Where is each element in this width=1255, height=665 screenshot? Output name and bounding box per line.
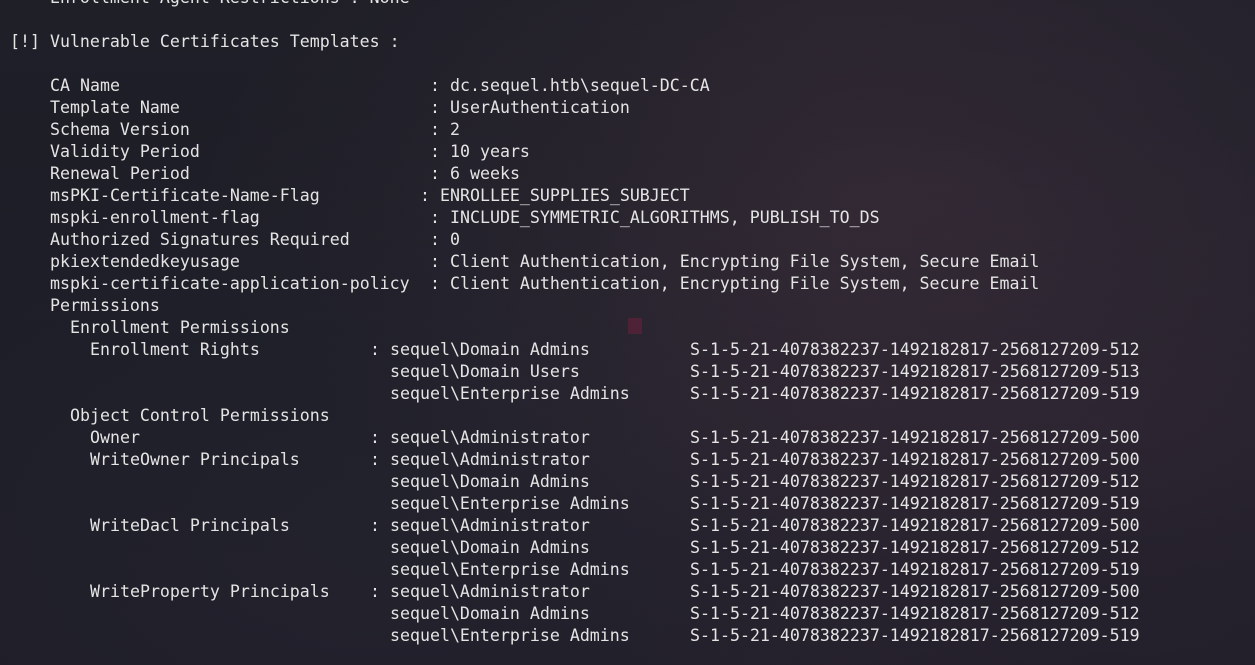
field-value: Client Authentication, Encrypting File S…	[450, 252, 1040, 271]
principal-sid: S-1-5-21-4078382237-1492182817-256812720…	[690, 516, 1140, 535]
principal-sid: S-1-5-21-4078382237-1492182817-256812720…	[690, 340, 1140, 359]
principal-sid: S-1-5-21-4078382237-1492182817-256812720…	[690, 560, 1140, 579]
permission-separator: :	[370, 450, 390, 469]
principal-name: sequel\Domain Admins	[390, 340, 590, 359]
field-key: mspki-enrollment-flag	[50, 208, 260, 227]
field-key: Authorized Signatures Required	[50, 230, 350, 249]
field-value: Client Authentication, Encrypting File S…	[450, 274, 1040, 293]
principal-name: sequel\Domain Admins	[390, 472, 590, 491]
section-header-text: [!] Vulnerable Certificates Templates :	[10, 32, 400, 51]
principal-sid: S-1-5-21-4078382237-1492182817-256812720…	[690, 450, 1140, 469]
principal-name: sequel\Enterprise Admins	[390, 626, 630, 645]
permission-separator: :	[370, 340, 390, 359]
field-separator: :	[430, 120, 450, 139]
permission-separator: :	[370, 428, 390, 447]
field-separator: :	[430, 230, 450, 249]
principal-name: sequel\Enterprise Admins	[390, 494, 630, 513]
principal-name: sequel\Enterprise Admins	[390, 560, 630, 579]
principal-name: sequel\Domain Users	[390, 362, 580, 381]
permission-group-label: WriteDacl Principals	[90, 516, 290, 535]
permission-separator: :	[370, 516, 390, 535]
field-separator: :	[430, 98, 450, 117]
field-separator: :	[430, 142, 450, 161]
enrollment-permissions-label: Enrollment Permissions	[70, 318, 290, 337]
field-separator: :	[430, 76, 450, 95]
principal-sid: S-1-5-21-4078382237-1492182817-256812720…	[690, 604, 1140, 623]
field-key: msPKI-Certificate-Name-Flag	[50, 186, 320, 205]
field-value: ENROLLEE_SUPPLIES_SUBJECT	[440, 186, 690, 205]
enrollment-rights-label: Enrollment Rights	[90, 340, 260, 359]
principal-name: sequel\Enterprise Admins	[390, 384, 630, 403]
field-key: CA Name	[50, 76, 120, 95]
principal-name: sequel\Administrator	[390, 428, 590, 447]
field-separator: :	[430, 208, 450, 227]
principal-sid: S-1-5-21-4078382237-1492182817-256812720…	[690, 362, 1140, 381]
field-separator: :	[430, 252, 450, 271]
principal-sid: S-1-5-21-4078382237-1492182817-256812720…	[690, 494, 1140, 513]
previous-output-text: Enrollment Agent Restrictions : None	[10, 0, 410, 9]
permission-separator: :	[370, 582, 390, 601]
field-value: INCLUDE_SYMMETRIC_ALGORITHMS, PUBLISH_TO…	[450, 208, 880, 227]
field-key: pkiextendedkeyusage	[50, 252, 240, 271]
principal-sid: S-1-5-21-4078382237-1492182817-256812720…	[690, 428, 1140, 447]
principal-sid: S-1-5-21-4078382237-1492182817-256812720…	[690, 384, 1140, 403]
field-separator: :	[430, 164, 450, 183]
field-key: mspki-certificate-application-policy	[50, 274, 410, 293]
terminal-window[interactable]: Enrollment Agent Restrictions : None [!] …	[0, 0, 1255, 665]
permissions-label: Permissions	[50, 296, 160, 315]
field-key: Schema Version	[50, 120, 190, 139]
permission-group-label: Owner	[90, 428, 140, 447]
field-value: 0	[450, 230, 460, 249]
principal-name: sequel\Domain Admins	[390, 538, 590, 557]
principal-sid: S-1-5-21-4078382237-1492182817-256812720…	[690, 538, 1140, 557]
principal-name: sequel\Administrator	[390, 450, 590, 469]
field-separator: :	[420, 186, 440, 205]
field-value: dc.sequel.htb\sequel-DC-CA	[450, 76, 710, 95]
principal-sid: S-1-5-21-4078382237-1492182817-256812720…	[690, 626, 1140, 645]
field-value: 10 years	[450, 142, 530, 161]
field-key: Validity Period	[50, 142, 200, 161]
field-separator: :	[430, 274, 450, 293]
principal-sid: S-1-5-21-4078382237-1492182817-256812720…	[690, 472, 1140, 491]
permission-group-label: WriteOwner Principals	[90, 450, 300, 469]
object-control-label: Object Control Permissions	[70, 406, 330, 425]
field-key: Template Name	[50, 98, 180, 117]
field-value: UserAuthentication	[450, 98, 630, 117]
field-key: Renewal Period	[50, 164, 190, 183]
field-value: 2	[450, 120, 460, 139]
principal-sid: S-1-5-21-4078382237-1492182817-256812720…	[690, 582, 1140, 601]
principal-name: sequel\Administrator	[390, 516, 590, 535]
principal-name: sequel\Domain Admins	[390, 604, 590, 623]
principal-name: sequel\Administrator	[390, 582, 590, 601]
permission-group-label: WriteProperty Principals	[90, 582, 330, 601]
field-value: 6 weeks	[450, 164, 520, 183]
background-wallpaper-accent	[628, 318, 642, 334]
